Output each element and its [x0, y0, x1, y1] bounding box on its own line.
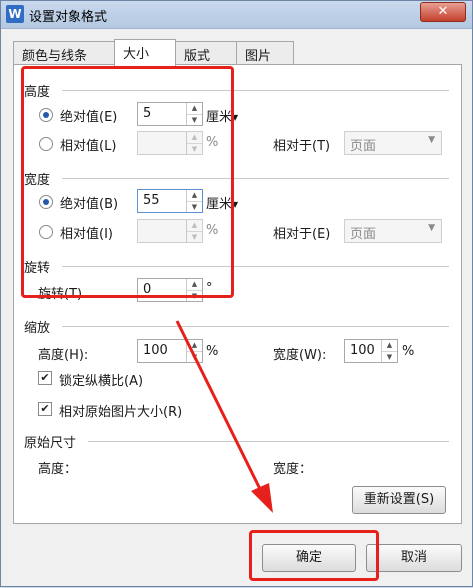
tab-size[interactable]: 大小: [114, 39, 176, 66]
annotation-arrow-line: [175, 320, 263, 492]
annotation-arrow-head: [251, 483, 273, 513]
dialog-window: W 设置对象格式 ✕ 颜色与线条 大小 版式 图片 高度 绝对值(E) 5 ▲ …: [0, 0, 473, 587]
annotation-arrow: [175, 320, 273, 513]
